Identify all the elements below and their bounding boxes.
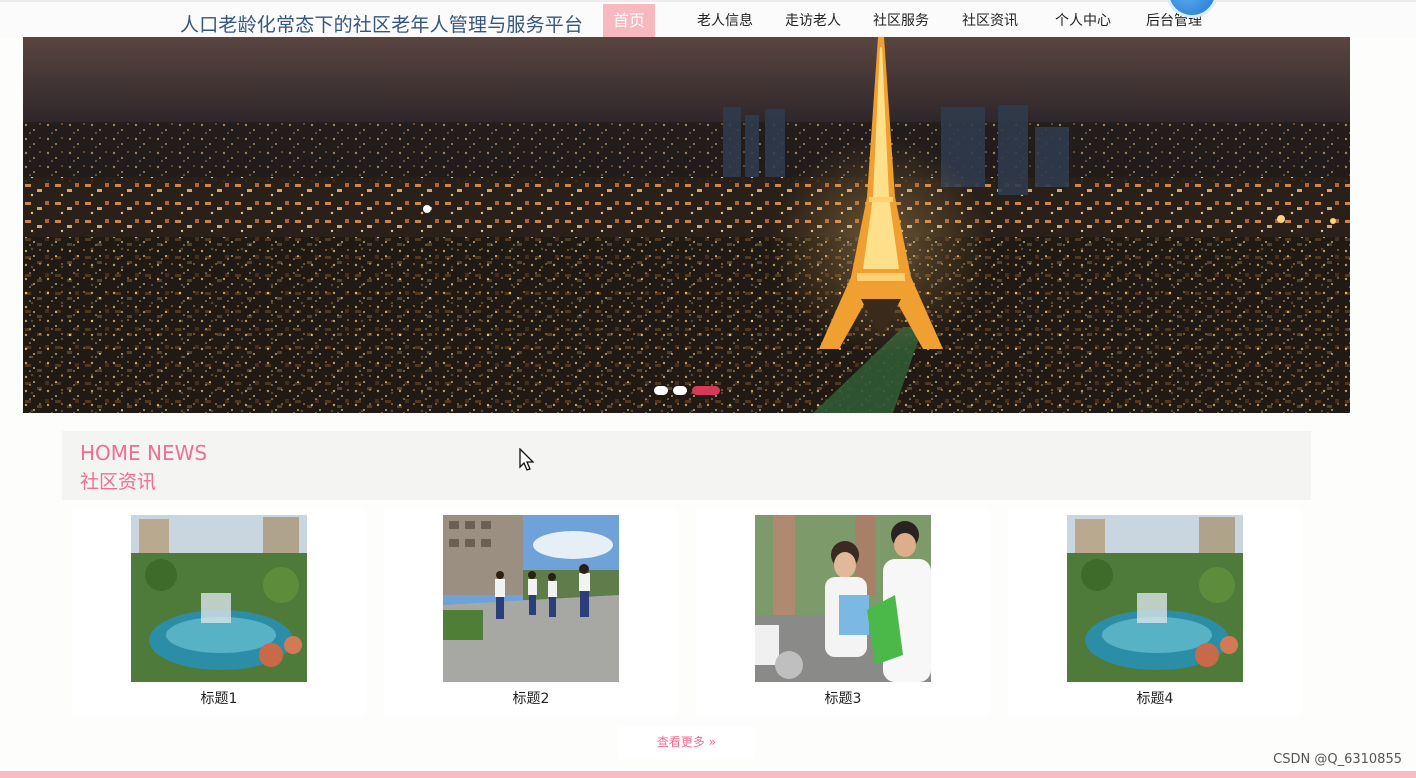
- mouse-pointer-icon: [519, 448, 535, 471]
- news-section-header: HOME NEWS 社区资讯: [62, 431, 1311, 500]
- carousel-dot[interactable]: [673, 386, 687, 395]
- news-card[interactable]: 标题2: [384, 509, 678, 715]
- news-card[interactable]: 标题1: [72, 509, 366, 715]
- nav-item-community-service[interactable]: 社区服务: [864, 4, 953, 38]
- news-card-title[interactable]: 标题4: [1008, 688, 1302, 708]
- news-card-title[interactable]: 标题1: [72, 688, 366, 708]
- view-more-button[interactable]: 查看更多 »: [618, 726, 755, 759]
- nav-item-visit-elders[interactable]: 走访老人: [775, 4, 864, 38]
- nav-item-personal-center[interactable]: 个人中心: [1045, 4, 1137, 38]
- csdn-watermark: CSDN @Q_6310855: [1273, 752, 1402, 767]
- carousel-indicators: [654, 386, 720, 395]
- footer-bar: [0, 771, 1416, 778]
- carousel-dot-active[interactable]: [692, 386, 720, 395]
- site-title: 人口老龄化常态下的社区老年人管理与服务平台: [180, 14, 584, 36]
- news-heading-cn: 社区资讯: [80, 471, 157, 493]
- hero-carousel[interactable]: [23, 37, 1350, 413]
- news-card[interactable]: 标题4: [1008, 509, 1302, 715]
- news-card-title[interactable]: 标题3: [696, 688, 990, 708]
- news-thumbnail-garden-pond[interactable]: [1067, 515, 1243, 682]
- news-thumbnail-walking-seniors[interactable]: [443, 515, 619, 682]
- news-thumbnail-garden-pond[interactable]: [131, 515, 307, 682]
- nav-item-elder-info[interactable]: 老人信息: [685, 4, 775, 38]
- main-nav: 首页 老人信息 走访老人 社区服务 社区资讯 个人中心 后台管理: [603, 4, 1217, 38]
- news-thumbnail-community-volunteers[interactable]: [755, 515, 931, 682]
- news-heading-en: HOME NEWS: [80, 441, 208, 465]
- nav-item-home[interactable]: 首页: [603, 4, 655, 38]
- nav-item-community-news[interactable]: 社区资讯: [953, 4, 1045, 38]
- news-card[interactable]: 标题3: [696, 509, 990, 715]
- carousel-dot[interactable]: [654, 386, 668, 395]
- top-nav-bar: 人口老龄化常态下的社区老年人管理与服务平台 首页 老人信息 走访老人 社区服务 …: [0, 0, 1416, 38]
- paris-night-cityscape-image: [23, 37, 1350, 413]
- news-card-title[interactable]: 标题2: [384, 688, 678, 708]
